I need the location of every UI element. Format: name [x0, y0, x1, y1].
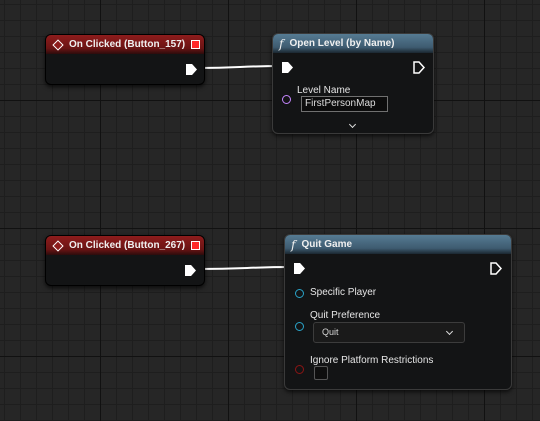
exec-wire-quit-game: [196, 266, 294, 270]
event-node-button-157[interactable]: On Clicked (Button_157): [45, 34, 205, 85]
event-diamond-icon: [52, 239, 64, 252]
quit-preference-label: Quit Preference: [310, 310, 381, 321]
event-node-header[interactable]: On Clicked (Button_267): [46, 236, 204, 255]
exec-output-pin[interactable]: [185, 265, 196, 276]
chevron-down-icon[interactable]: [348, 120, 357, 129]
level-name-pin-icon[interactable]: [282, 95, 291, 104]
function-node-title: Quit Game: [301, 239, 353, 250]
event-node-header[interactable]: On Clicked (Button_157): [46, 35, 204, 54]
delegate-pin-icon[interactable]: [191, 40, 200, 49]
ignore-restrictions-checkbox[interactable]: [314, 366, 328, 380]
ignore-restrictions-pin-icon[interactable]: [295, 365, 304, 374]
event-node-button-267[interactable]: On Clicked (Button_267): [45, 235, 205, 286]
level-name-label: Level Name: [297, 85, 351, 96]
quit-preference-value: Quit: [322, 327, 339, 337]
exec-wire-open-level: [197, 65, 283, 69]
exec-output-pin[interactable]: [413, 61, 425, 74]
function-node-header[interactable]: f Quit Game: [285, 235, 511, 254]
level-name-input[interactable]: FirstPersonMap: [301, 96, 388, 112]
function-icon: f: [291, 237, 296, 252]
exec-input-pin[interactable]: [282, 62, 293, 73]
exec-output-pin[interactable]: [490, 262, 502, 275]
function-node-title: Open Level (by Name): [289, 38, 395, 49]
exec-input-pin[interactable]: [294, 263, 305, 274]
ignore-restrictions-label: Ignore Platform Restrictions: [310, 355, 434, 366]
function-icon: f: [279, 36, 284, 51]
exec-output-pin[interactable]: [186, 64, 197, 75]
function-node-quit-game[interactable]: f Quit Game Specific Player Quit Prefere…: [284, 234, 512, 390]
function-node-header[interactable]: f Open Level (by Name): [273, 34, 433, 53]
event-node-title: On Clicked (Button_267): [69, 240, 186, 251]
event-diamond-icon: [52, 38, 64, 51]
quit-preference-dropdown[interactable]: Quit: [313, 322, 465, 343]
specific-player-pin-icon[interactable]: [295, 289, 304, 298]
function-node-open-level[interactable]: f Open Level (by Name) Level Name FirstP…: [272, 33, 434, 134]
event-node-title: On Clicked (Button_157): [69, 39, 186, 50]
delegate-pin-icon[interactable]: [191, 241, 200, 250]
specific-player-label: Specific Player: [310, 287, 377, 298]
quit-preference-pin-icon[interactable]: [295, 322, 304, 331]
chevron-down-icon: [445, 327, 454, 336]
